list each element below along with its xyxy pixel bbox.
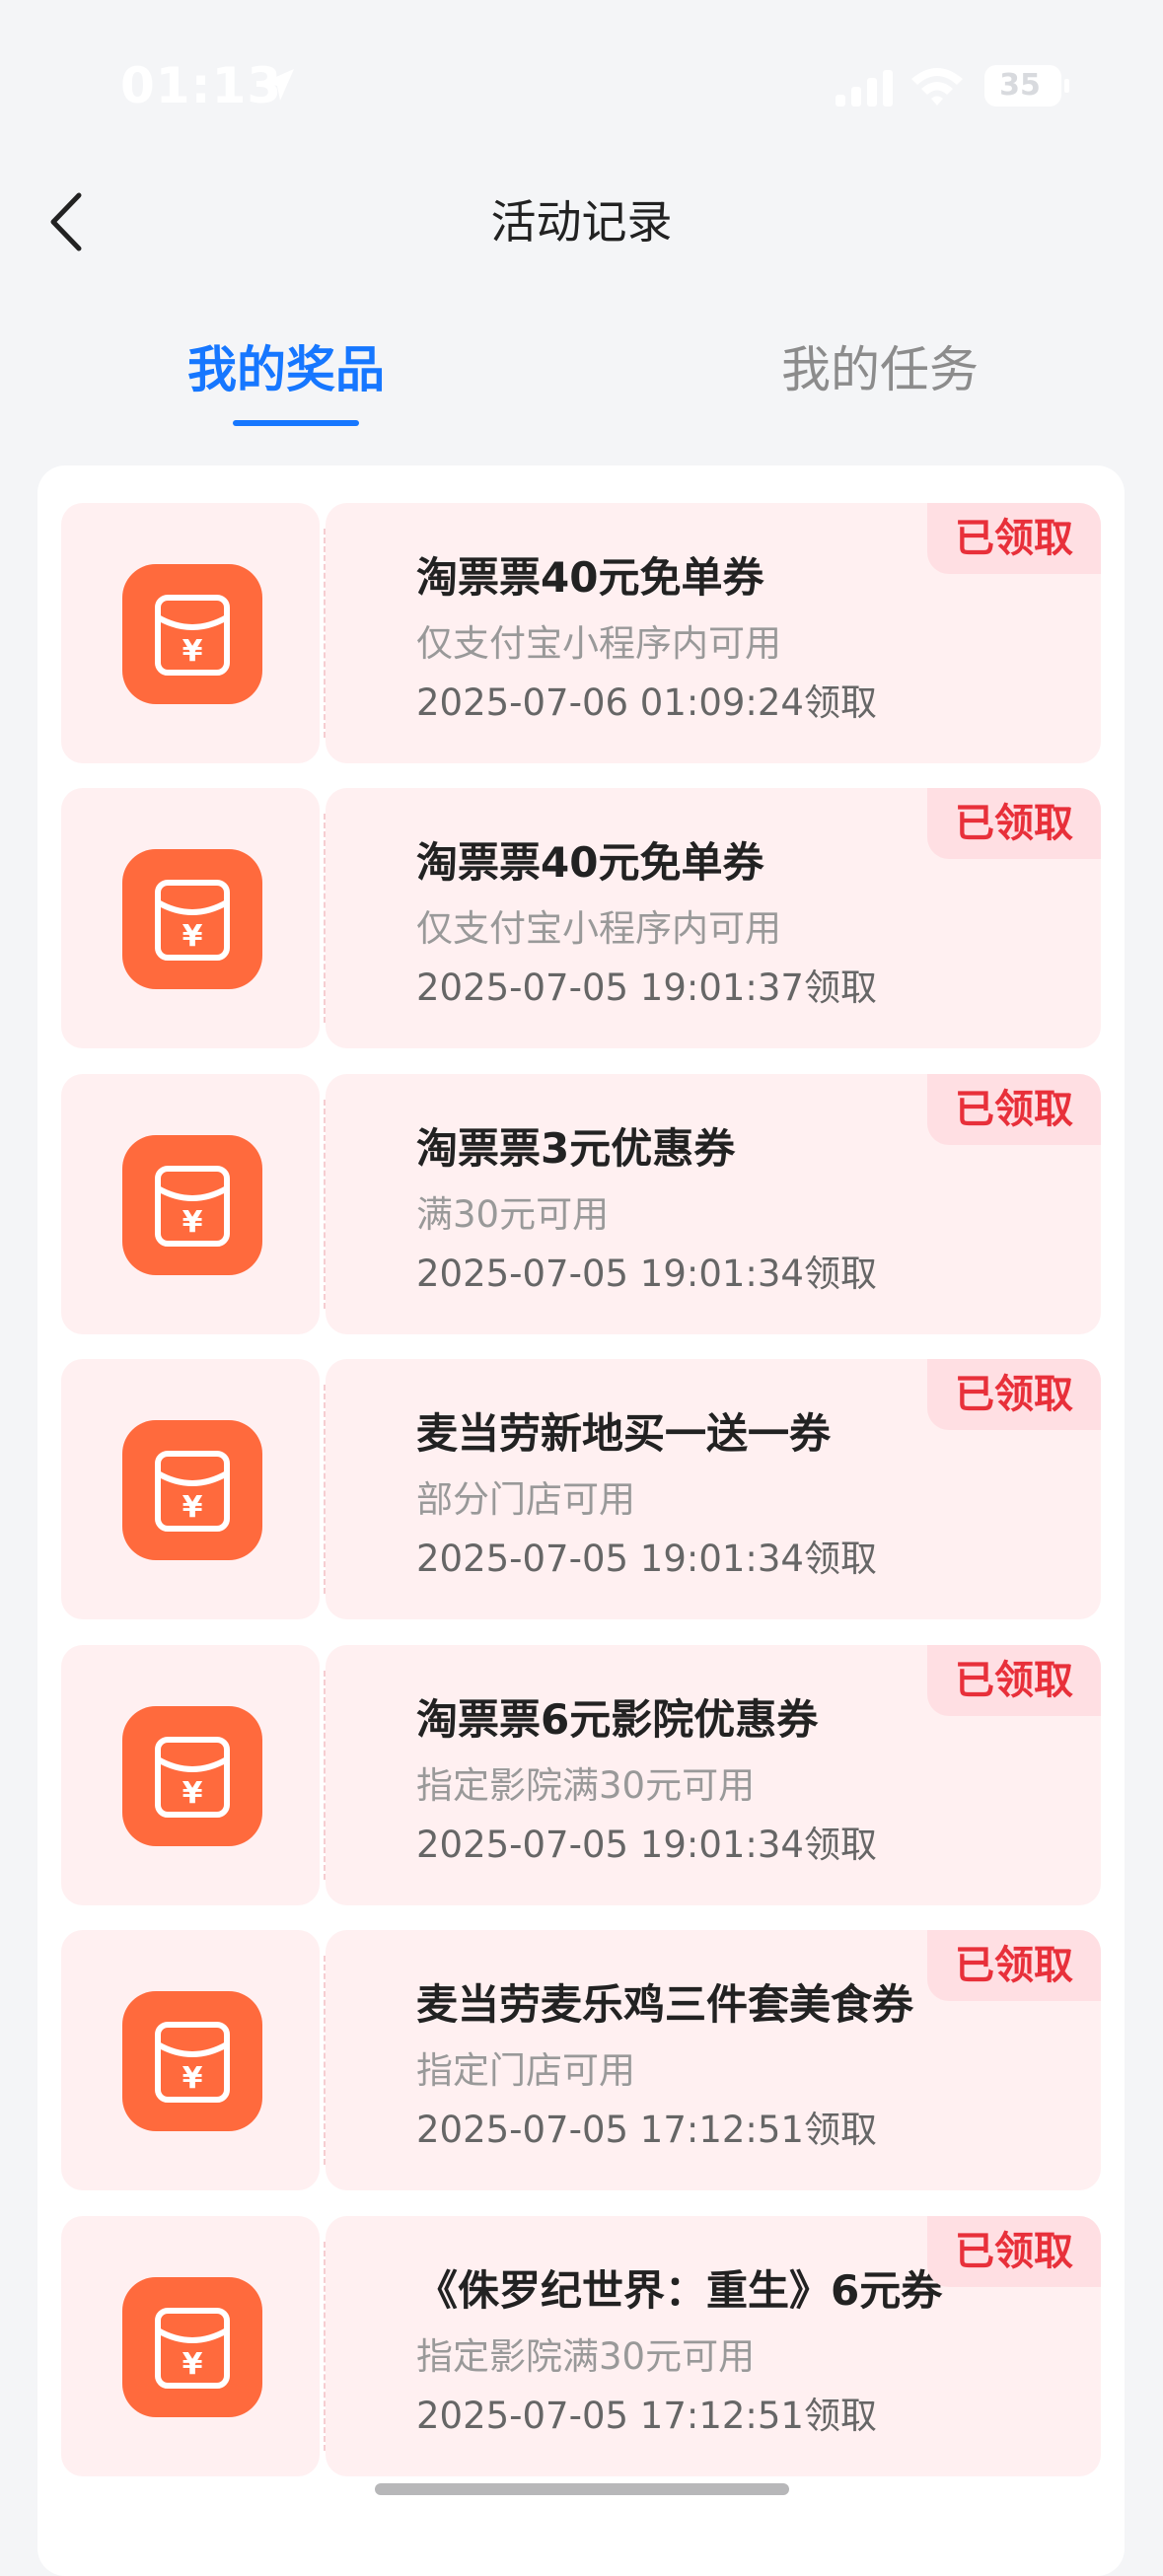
coupon-body: 麦当劳麦乐鸡三件套美食券 指定门店可用 2025-07-05 17:12:51领… [326,1930,1101,2190]
svg-text:¥: ¥ [182,2061,203,2096]
prize-card[interactable]: ¥ 麦当劳新地买一送一券 部分门店可用 2025-07-05 19:01:34领… [61,1359,1101,1619]
claimed-badge: 已领取 [927,2216,1101,2287]
svg-text:¥: ¥ [182,1205,203,1240]
prize-title: 淘票票40元免单券 [416,838,764,887]
svg-text:¥: ¥ [182,919,203,954]
coupon-body: 淘票票6元影院优惠券 指定影院满30元可用 2025-07-05 19:01:3… [326,1645,1101,1905]
prize-claim-time: 2025-07-05 17:12:51领取 [416,2109,877,2151]
coupon-stub: ¥ [61,1930,320,2190]
coupon-body: 麦当劳新地买一送一券 部分门店可用 2025-07-05 19:01:34领取 … [326,1359,1101,1619]
coupon-body: 《侏罗纪世界：重生》6元券 指定影院满30元可用 2025-07-05 17:1… [326,2216,1101,2476]
prize-card[interactable]: ¥ 淘票票6元影院优惠券 指定影院满30元可用 2025-07-05 19:01… [61,1645,1101,1905]
cellular-signal-icon [836,70,893,107]
prize-card[interactable]: ¥ 麦当劳麦乐鸡三件套美食券 指定门店可用 2025-07-05 17:12:5… [61,1930,1101,2190]
battery-level: 35 [999,68,1041,103]
prize-condition: 指定影院满30元可用 [416,1764,756,1807]
prize-title: 淘票票6元影院优惠券 [416,1695,819,1744]
prize-title: 《侏罗纪世界：重生》6元券 [416,2266,943,2315]
prize-condition: 仅支付宝小程序内可用 [416,622,781,665]
red-envelope-yuan-icon: ¥ [122,1135,262,1275]
prize-condition: 仅支付宝小程序内可用 [416,907,781,950]
red-envelope-yuan-icon: ¥ [122,849,262,989]
wifi-icon [911,68,963,106]
coupon-stub: ¥ [61,1645,320,1905]
coupon-stub: ¥ [61,1359,320,1619]
prize-condition: 部分门店可用 [416,1478,635,1521]
svg-text:¥: ¥ [182,634,203,669]
prize-claim-time: 2025-07-05 19:01:34领取 [416,1824,877,1866]
prize-card[interactable]: ¥ 淘票票40元免单券 仅支付宝小程序内可用 2025-07-05 19:01:… [61,788,1101,1048]
battery-indicator: 35 [984,65,1069,107]
coupon-body: 淘票票40元免单券 仅支付宝小程序内可用 2025-07-05 19:01:37… [326,788,1101,1048]
prize-claim-time: 2025-07-05 19:01:37领取 [416,966,877,1009]
prize-claim-time: 2025-07-06 01:09:24领取 [416,681,877,724]
home-indicator [375,2483,789,2495]
red-envelope-yuan-icon: ¥ [122,564,262,704]
tab-my-tasks[interactable]: 我的任务 [781,335,979,404]
prize-title: 淘票票3元优惠券 [416,1124,736,1173]
prize-condition: 指定门店可用 [416,2049,635,2092]
coupon-stub: ¥ [61,2216,320,2476]
prize-title: 麦当劳新地买一送一券 [416,1409,832,1458]
coupon-stub: ¥ [61,503,320,763]
svg-text:¥: ¥ [182,2347,203,2382]
prize-claim-time: 2025-07-05 19:01:34领取 [416,1252,877,1295]
claimed-badge: 已领取 [927,1359,1101,1430]
active-tab-indicator [233,420,359,426]
claimed-badge: 已领取 [927,788,1101,859]
status-bar: 01:13 35 [0,0,1163,168]
location-arrow-icon [262,69,294,101]
prize-card[interactable]: ¥ 淘票票3元优惠券 满30元可用 2025-07-05 19:01:34领取 … [61,1074,1101,1334]
red-envelope-yuan-icon: ¥ [122,1420,262,1560]
claimed-badge: 已领取 [927,1930,1101,2001]
red-envelope-yuan-icon: ¥ [122,1991,262,2131]
prize-claim-time: 2025-07-05 19:01:34领取 [416,1538,877,1580]
claimed-badge: 已领取 [927,503,1101,574]
coupon-stub: ¥ [61,1074,320,1334]
svg-text:¥: ¥ [182,1776,203,1811]
prize-condition: 满30元可用 [416,1193,610,1236]
red-envelope-yuan-icon: ¥ [122,2277,262,2417]
tab-my-prizes[interactable]: 我的奖品 [187,335,385,404]
prize-card[interactable]: ¥ 淘票票40元免单券 仅支付宝小程序内可用 2025-07-06 01:09:… [61,503,1101,763]
prize-title: 麦当劳麦乐鸡三件套美食券 [416,1980,914,2029]
claimed-badge: 已领取 [927,1645,1101,1716]
page-title: 活动记录 [490,195,673,249]
prize-claim-time: 2025-07-05 17:12:51领取 [416,2395,877,2437]
coupon-stub: ¥ [61,788,320,1048]
prize-title: 淘票票40元免单券 [416,553,764,602]
svg-text:¥: ¥ [182,1490,203,1525]
claimed-badge: 已领取 [927,1074,1101,1145]
prize-card[interactable]: ¥ 《侏罗纪世界：重生》6元券 指定影院满30元可用 2025-07-05 17… [61,2216,1101,2476]
coupon-body: 淘票票3元优惠券 满30元可用 2025-07-05 19:01:34领取 已领… [326,1074,1101,1334]
prize-condition: 指定影院满30元可用 [416,2335,756,2378]
coupon-body: 淘票票40元免单券 仅支付宝小程序内可用 2025-07-06 01:09:24… [326,503,1101,763]
red-envelope-yuan-icon: ¥ [122,1706,262,1846]
